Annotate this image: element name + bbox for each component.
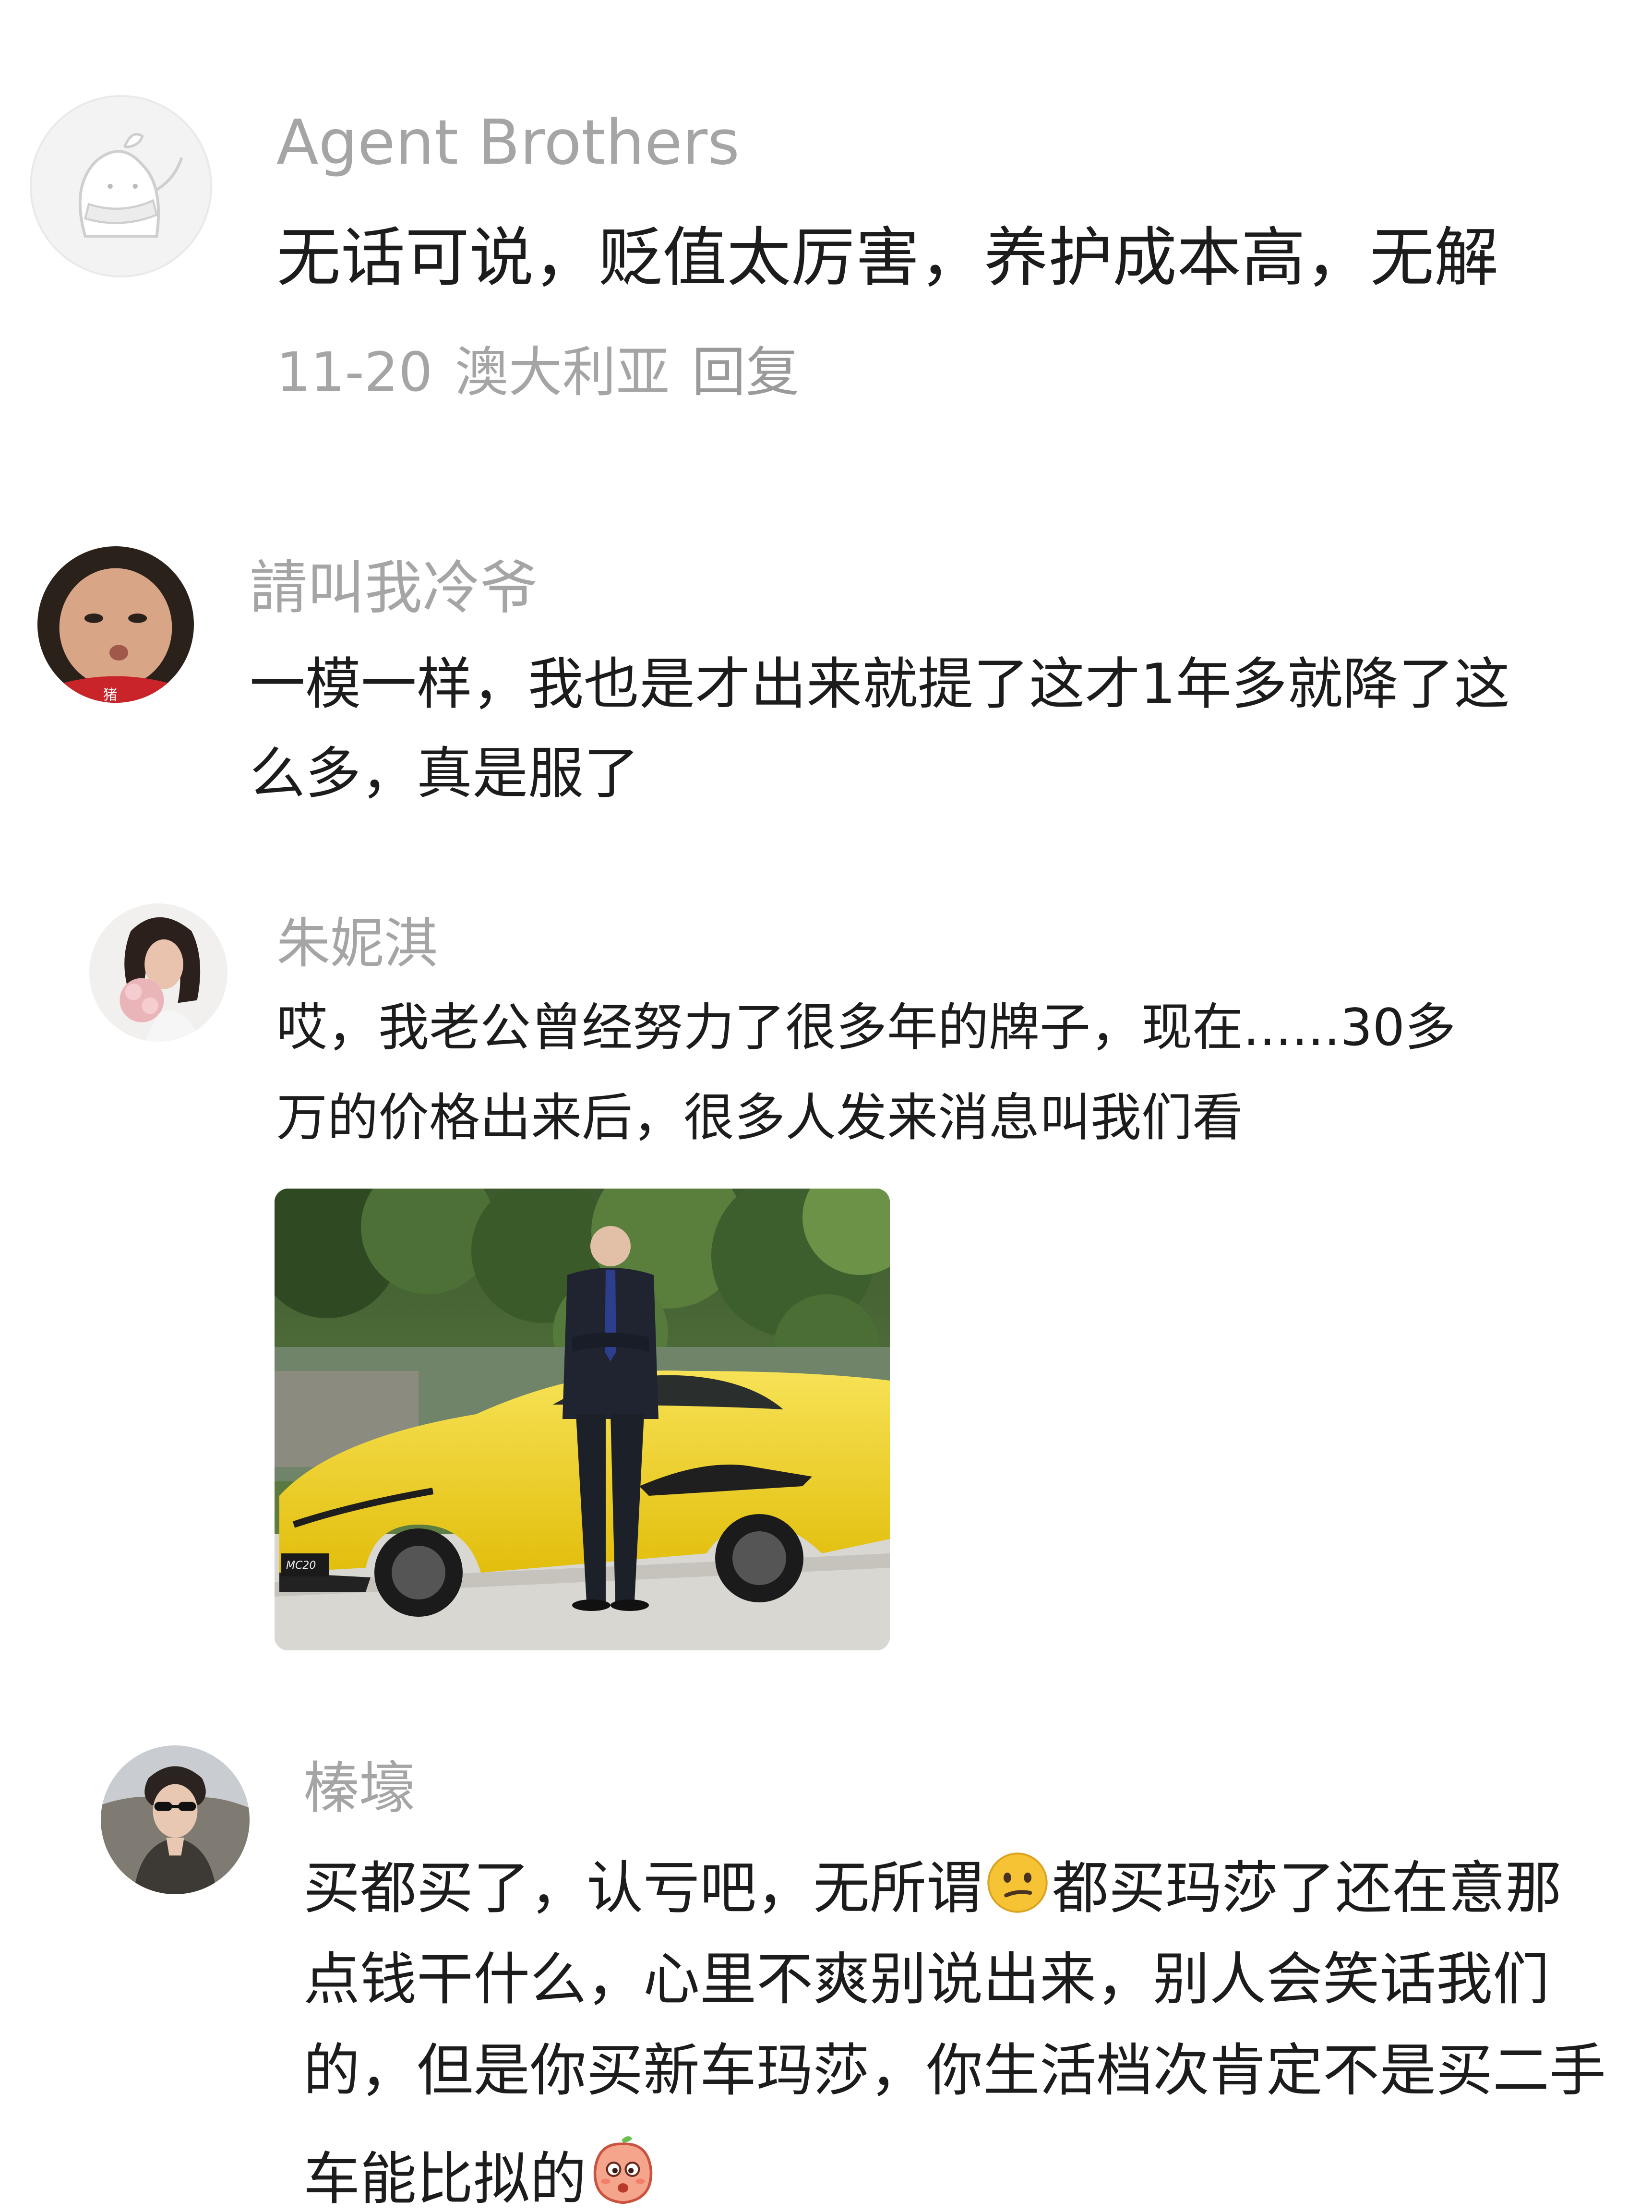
author-name[interactable]: 榛壕 — [303, 1761, 415, 1816]
comment-line: 点钱干什么，心里不爽别说出来，别人会笑话我们 — [303, 1946, 1550, 2012]
comment-line-part: 买都买了，认亏吧，无所谓 — [303, 1855, 983, 1921]
comment-4: 榛壕 买都买了，认亏吧，无所谓 都买玛莎了还在意那 点钱干什么，心里不爽别说出来，… — [0, 0, 1652, 2207]
comment-line: 买都买了，认亏吧，无所谓 都买玛莎了还在意那 — [303, 1851, 1606, 1916]
comment-line: 的，但是你买新车玛莎，你生活档次肯定不是买二手 — [303, 2037, 1606, 2104]
man-with-sunglasses-avatar-icon — [101, 1745, 250, 1894]
peach-face-emoji-icon — [593, 2136, 653, 2204]
comment-line-part: 都买玛莎了还在意那 — [1052, 1855, 1562, 1921]
confused-face-emoji-icon — [987, 1852, 1048, 1913]
comment-line: 车能比拟的 — [303, 2133, 1606, 2207]
comment-text: 买都买了，认亏吧，无所谓 都买玛莎了还在意那 点钱干什么，心里不爽别说出来，别人会… — [303, 1851, 1606, 2207]
comment-line-part: 车能比拟的 — [303, 2146, 587, 2212]
avatar[interactable] — [101, 1745, 250, 1894]
